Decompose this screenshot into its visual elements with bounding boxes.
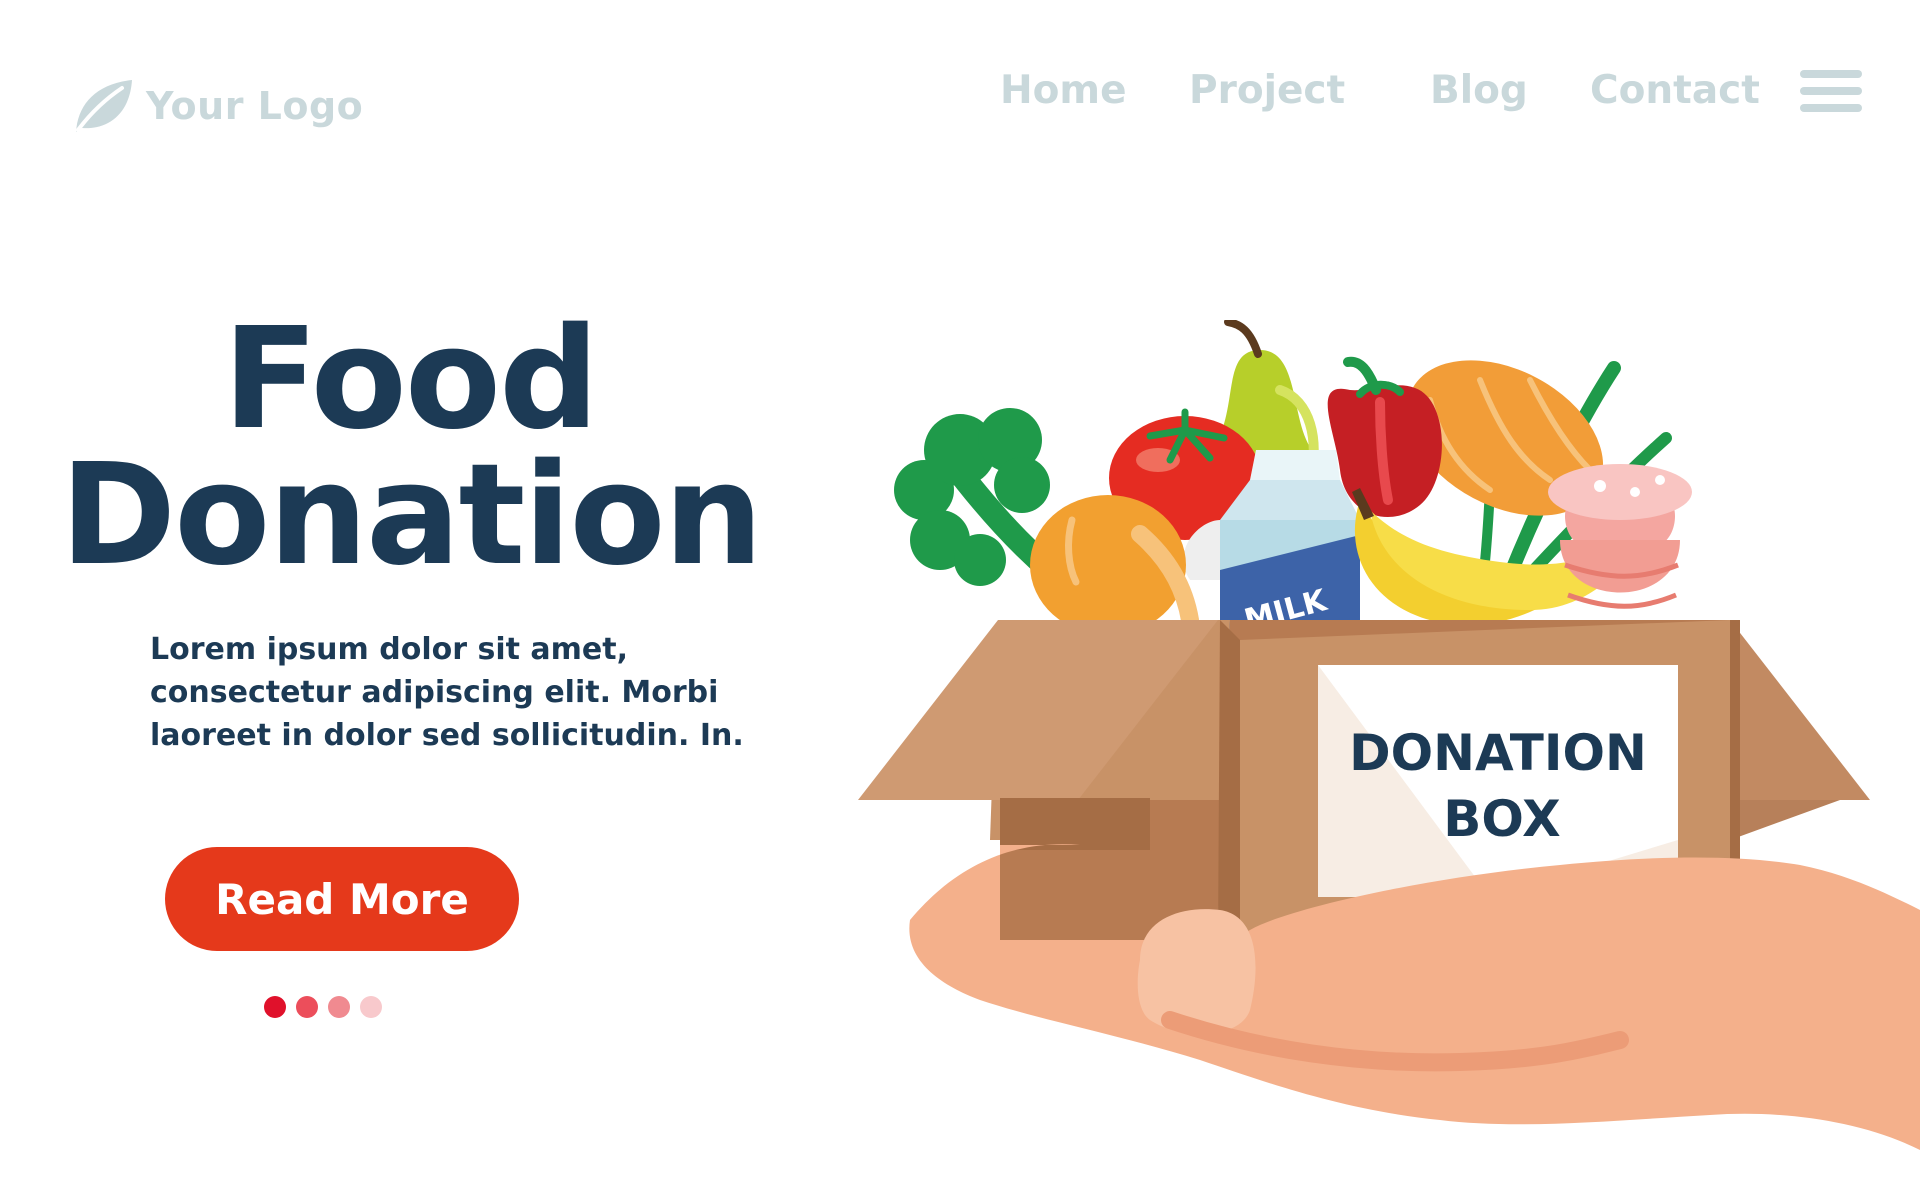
- hero-title-line2: Donation: [60, 434, 763, 597]
- carousel-dot[interactable]: [264, 996, 286, 1018]
- logo[interactable]: Your Logo: [72, 78, 363, 134]
- nav-home[interactable]: Home: [1000, 68, 1127, 113]
- box-label-line2: BOX: [1443, 790, 1560, 848]
- carousel-dot[interactable]: [360, 996, 382, 1018]
- box-label-line1: DONATION: [1349, 724, 1647, 782]
- donation-box-illustration: MILK DONATION BOX: [858, 320, 1920, 1150]
- nav-contact[interactable]: Contact: [1590, 68, 1760, 113]
- menu-bar: [1800, 87, 1862, 95]
- carousel-dot[interactable]: [328, 996, 350, 1018]
- leaf-icon: [76, 80, 132, 132]
- nav-project[interactable]: Project: [1189, 68, 1345, 113]
- nav-blog[interactable]: Blog: [1430, 68, 1528, 113]
- hamburger-menu-icon[interactable]: [1800, 70, 1862, 112]
- broccoli-icon: [894, 408, 1062, 586]
- landing-page: Your Logo Home Project Blog Contact Food…: [0, 0, 1920, 1186]
- hero-description: Lorem ipsum dolor sit amet, consectetur …: [150, 632, 744, 753]
- menu-bar: [1800, 104, 1862, 112]
- carousel-dots: [264, 996, 392, 1018]
- carousel-dot[interactable]: [296, 996, 318, 1018]
- read-more-button[interactable]: Read More: [165, 847, 519, 951]
- logo-text: Your Logo: [146, 84, 364, 128]
- menu-bar: [1800, 70, 1862, 78]
- hero-title: Food Donation: [60, 298, 763, 597]
- hero-title-line1: Food: [222, 298, 600, 461]
